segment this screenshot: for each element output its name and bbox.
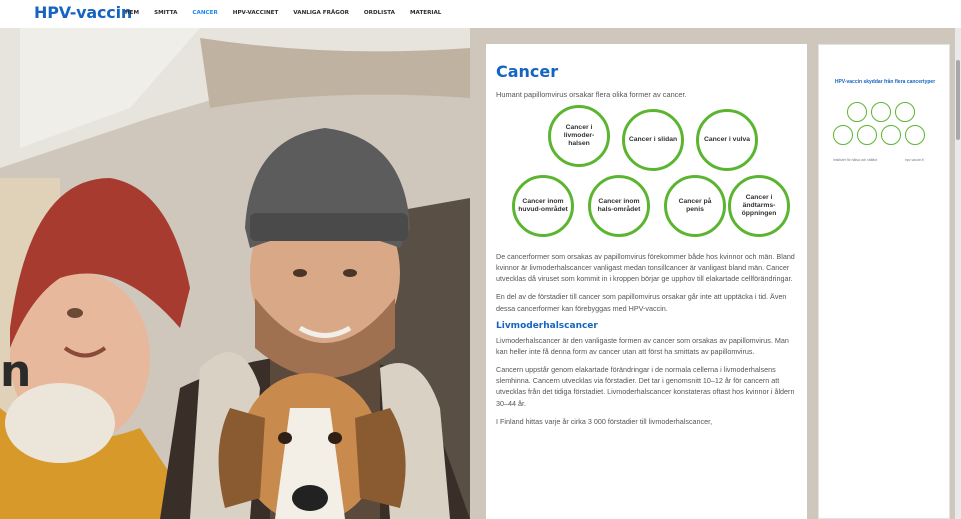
- paragraph: De cancerformer som orsakas av papillomv…: [496, 252, 795, 284]
- nav-item-hem[interactable]: HEM: [125, 10, 139, 16]
- thumbnail-footer-left: Institutet för hälsa och välfärd: [833, 158, 878, 162]
- circle-anus: Cancer i ändtarms-öppningen: [728, 175, 790, 237]
- stray-text-fragment: n: [0, 346, 32, 397]
- hero-photo: n: [0, 28, 955, 519]
- nav-item-smitta[interactable]: SMITTA: [154, 10, 177, 16]
- thumbnail-circle: [881, 125, 901, 145]
- thumbnail-title: HPV-vaccin skyddar från flera cancertype…: [834, 79, 936, 85]
- main-menu: HEM SMITTA CANCER HPV-VACCINET VANLIGA F…: [125, 10, 441, 16]
- circle-vagina: Cancer i slidan: [622, 109, 684, 171]
- thumbnail-circle: [871, 102, 891, 122]
- nav-item-cancer[interactable]: CANCER: [192, 10, 217, 16]
- site-logo[interactable]: HPV-vaccin: [34, 3, 132, 22]
- paragraph: En del av de förstadier till cancer som …: [496, 292, 787, 313]
- material-thumbnail[interactable]: HPV-vaccin skyddar från flera cancertype…: [818, 44, 950, 519]
- nav-item-hpv-vaccinet[interactable]: HPV-VACCINET: [233, 10, 279, 16]
- top-navigation: HPV-vaccin HEM SMITTA CANCER HPV-VACCINE…: [0, 0, 961, 28]
- intro-text: Humant papillomvirus orsakar flera olika…: [496, 90, 687, 99]
- paragraph: Livmoderhalscancer är den vanligaste for…: [496, 335, 789, 356]
- scrollbar-thumb[interactable]: [956, 60, 960, 140]
- cancer-types-diagram: Cancer i livmoder-halsen Cancer i slidan…: [496, 105, 796, 245]
- thumbnail-circle: [857, 125, 877, 145]
- nav-item-ordlista[interactable]: ORDLISTA: [364, 10, 395, 16]
- nav-item-material[interactable]: MATERIAL: [410, 10, 441, 16]
- page-title: Cancer: [496, 62, 559, 81]
- hero-illustration: [0, 28, 955, 519]
- nav-item-vanliga-fragor[interactable]: VANLIGA FRÅGOR: [293, 10, 349, 16]
- page-scrollbar[interactable]: [955, 28, 961, 519]
- circle-vulva: Cancer i vulva: [696, 109, 758, 171]
- paragraph: Cancern uppstår genom elakartade förändr…: [496, 365, 795, 408]
- thumbnail-circle: [847, 102, 867, 122]
- circle-penis: Cancer på penis: [664, 175, 726, 237]
- thumbnail-circle: [905, 125, 925, 145]
- thumbnail-circle: [895, 102, 915, 122]
- thumbnail-circle: [833, 125, 853, 145]
- circle-neck: Cancer inom hals-området: [588, 175, 650, 237]
- content-panel: Cancer Humant papillomvirus orsakar fler…: [486, 44, 807, 519]
- paragraph: I Finland hittas varje år cirka 3 000 fö…: [496, 416, 713, 426]
- section-heading: Livmoderhalscancer: [496, 320, 598, 331]
- thumbnail-footer-right: hpv-vaccin.fi: [905, 158, 924, 162]
- circle-cervix: Cancer i livmoder-halsen: [548, 105, 610, 167]
- circle-head: Cancer inom huvud-området: [512, 175, 574, 237]
